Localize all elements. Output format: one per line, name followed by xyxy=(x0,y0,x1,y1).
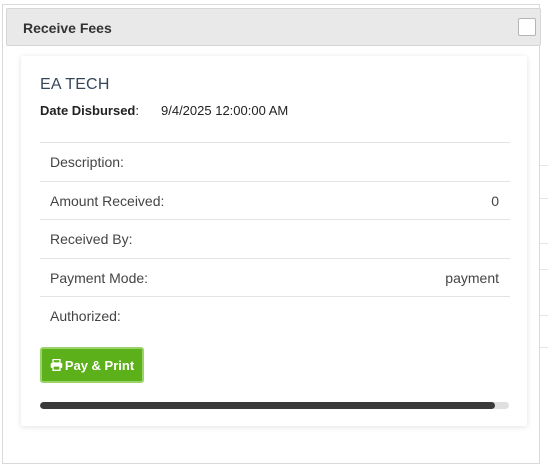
header-checkbox[interactable] xyxy=(518,18,536,36)
date-disbursed-row: Date Disbursed: 9/4/2025 12:00:00 AM xyxy=(40,103,288,118)
background-divider xyxy=(540,347,548,348)
receive-fees-modal: Receive Fees EA TECH Date Disbursed: 9/4… xyxy=(2,4,541,464)
pay-and-print-button[interactable]: Pay & Print xyxy=(40,347,144,383)
print-icon xyxy=(50,359,63,371)
table-row: Authorized: xyxy=(40,296,510,335)
table-row: Amount Received: 0 xyxy=(40,180,510,220)
date-disbursed-colon: : xyxy=(135,103,139,118)
amount-received-label: Amount Received: xyxy=(50,192,165,209)
authorized-label: Authorized: xyxy=(50,308,121,324)
background-divider xyxy=(540,165,548,166)
progress-bar-fill xyxy=(40,402,495,409)
progress-bar xyxy=(40,402,509,409)
modal-header: Receive Fees xyxy=(6,8,541,46)
fee-details-table: Description: Amount Received: 0 Received… xyxy=(40,142,510,335)
description-label: Description: xyxy=(50,154,124,170)
background-divider xyxy=(540,198,548,199)
payment-mode-value: payment xyxy=(445,269,499,286)
amount-received-value: 0 xyxy=(491,192,499,209)
background-divider xyxy=(540,243,548,244)
payment-mode-label: Payment Mode: xyxy=(50,269,149,286)
date-disbursed-label: Date Disbursed xyxy=(40,103,136,118)
table-row: Received By: xyxy=(40,219,510,258)
pay-and-print-label: Pay & Print xyxy=(64,357,135,373)
table-row: Description: xyxy=(40,142,510,181)
received-by-label: Received By: xyxy=(50,231,133,247)
fee-card: EA TECH Date Disbursed: 9/4/2025 12:00:0… xyxy=(21,56,527,426)
background-divider xyxy=(540,315,548,316)
modal-title: Receive Fees xyxy=(23,20,112,36)
company-name: EA TECH xyxy=(40,76,110,93)
background-divider xyxy=(540,269,548,270)
date-disbursed-value: 9/4/2025 12:00:00 AM xyxy=(161,103,289,118)
table-row: Payment Mode: payment xyxy=(40,257,510,297)
